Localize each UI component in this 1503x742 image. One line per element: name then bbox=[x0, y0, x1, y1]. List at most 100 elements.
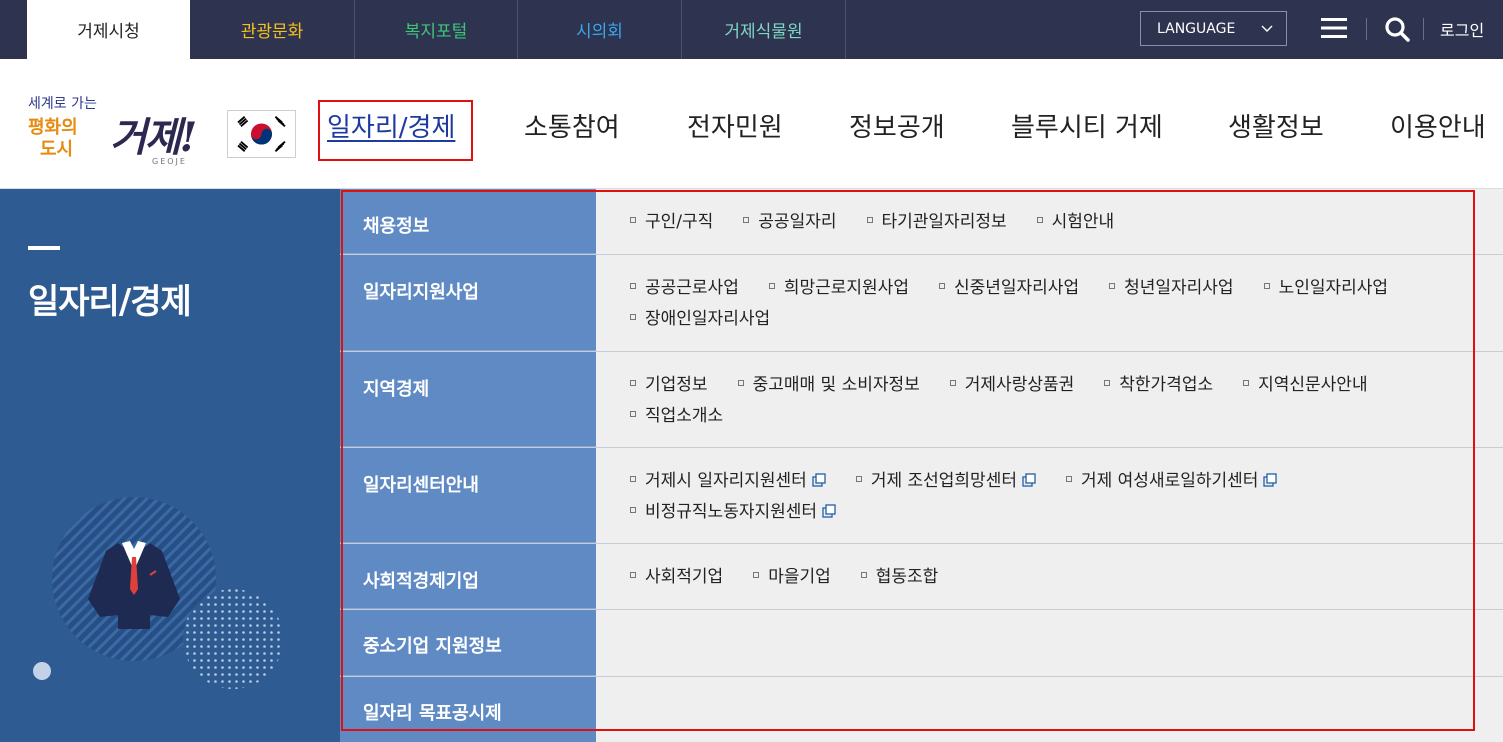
square-bullet-icon bbox=[630, 476, 636, 482]
new-window-icon bbox=[1263, 473, 1278, 487]
mega-row: 지역경제 기업정보 중고매매 및 소비자정보 거제사랑상품권 착한가격업소 지역신문사안… bbox=[340, 352, 1503, 448]
gnb-item-guide[interactable]: 이용안내 bbox=[1390, 107, 1486, 144]
square-bullet-icon bbox=[1263, 283, 1270, 289]
site-tab-botanical-garden[interactable]: 거제식물원 bbox=[682, 0, 846, 59]
highlight-box bbox=[318, 100, 473, 161]
mega-link[interactable]: 노인일자리사업 bbox=[1263, 273, 1388, 304]
square-bullet-icon bbox=[1065, 476, 1072, 482]
mega-category-social-economy[interactable]: 사회적경제기업 bbox=[340, 544, 596, 609]
logo-slogan-3: 도시 bbox=[40, 139, 74, 160]
mega-row: 채용정보 구인/구직 공공일자리 타기관일자리정보 시험안내 bbox=[340, 189, 1503, 255]
mega-link[interactable]: 장애인일자리사업 bbox=[630, 304, 770, 335]
square-bullet-icon bbox=[630, 283, 636, 289]
left-panel: 일자리/경제 bbox=[0, 189, 340, 742]
mega-links: 거제시 일자리지원센터 거제 조선업희망센터 거제 여성새로일하기센터비정규직노동자… bbox=[630, 466, 1480, 528]
mega-link[interactable]: 구인/구직 bbox=[630, 207, 713, 238]
mega-link-external[interactable]: 비정규직노동자지원센터 bbox=[630, 497, 836, 528]
mega-link[interactable]: 기업정보 bbox=[630, 370, 708, 401]
square-bullet-icon bbox=[630, 507, 636, 513]
mega-category-recruitment[interactable]: 채용정보 bbox=[340, 189, 596, 254]
square-bullet-icon bbox=[630, 380, 636, 386]
mega-link-external[interactable]: 거제시 일자리지원센터 bbox=[630, 466, 826, 497]
gnb-item-communication[interactable]: 소통참여 bbox=[524, 107, 620, 144]
square-bullet-icon bbox=[860, 572, 867, 578]
logo-slogan-1: 세계로 가는 bbox=[28, 96, 97, 112]
mega-link-external[interactable]: 거제 여성새로일하기센터 bbox=[1065, 466, 1278, 497]
mega-row: 일자리지원사업 공공근로사업 희망근로지원사업 신중년일자리사업 청년일자리사업 노인일… bbox=[340, 255, 1503, 352]
square-bullet-icon bbox=[866, 217, 873, 223]
gnb-item-information[interactable]: 정보공개 bbox=[849, 107, 945, 144]
language-label: LANGUAGE bbox=[1157, 20, 1236, 37]
logo-sub: GEOJE bbox=[152, 157, 187, 166]
mega-link[interactable]: 공공근로사업 bbox=[630, 273, 739, 304]
square-bullet-icon bbox=[1036, 217, 1043, 223]
mega-menu: 채용정보 구인/구직 공공일자리 타기관일자리정보 시험안내 일자리지원사업 공공근로… bbox=[340, 189, 1503, 742]
mega-link[interactable]: 희망근로지원사업 bbox=[768, 273, 909, 304]
square-bullet-icon bbox=[1104, 380, 1111, 386]
chevron-down-icon bbox=[1261, 25, 1273, 32]
site-logo[interactable]: 세계로 가는 평화의 도시 거제! GEOJE bbox=[26, 91, 216, 171]
site-tab-city-hall[interactable]: 거제시청 bbox=[27, 0, 190, 59]
mega-row: 일자리센터안내 거제시 일자리지원센터 거제 조선업희망센터 거제 여성새로일하기센… bbox=[340, 448, 1503, 544]
mega-link[interactable]: 사회적기업 bbox=[630, 562, 723, 593]
title-accent bbox=[28, 246, 60, 250]
mega-link[interactable]: 협동조합 bbox=[860, 562, 938, 593]
new-window-icon bbox=[1022, 473, 1036, 487]
square-bullet-icon bbox=[630, 572, 636, 578]
header: 세계로 가는 평화의 도시 거제! GEOJE 일자리/경제 소통참여 전자민원… bbox=[0, 59, 1503, 189]
site-tab-council[interactable]: 시의회 bbox=[518, 0, 682, 59]
logo-brand: 거제! bbox=[110, 114, 197, 161]
square-bullet-icon bbox=[630, 314, 636, 320]
mega-row: 일자리 목표공시제 bbox=[340, 677, 1503, 742]
mega-link[interactable]: 타기관일자리정보 bbox=[866, 207, 1007, 238]
mega-category-job-center[interactable]: 일자리센터안내 bbox=[340, 448, 596, 543]
mega-category-local-economy[interactable]: 지역경제 bbox=[340, 352, 596, 447]
square-bullet-icon bbox=[630, 217, 636, 223]
mega-link[interactable]: 지역신문사안내 bbox=[1243, 370, 1368, 401]
divider bbox=[1423, 18, 1424, 40]
mega-row: 중소기업 지원정보 bbox=[340, 610, 1503, 677]
mega-links: 사회적기업 마을기업 협동조합 bbox=[630, 562, 1480, 593]
square-bullet-icon bbox=[630, 411, 636, 417]
divider bbox=[1366, 18, 1367, 40]
mega-links: 공공근로사업 희망근로지원사업 신중년일자리사업 청년일자리사업 노인일자리사업장애인일… bbox=[630, 273, 1480, 335]
square-bullet-icon bbox=[855, 476, 862, 482]
square-bullet-icon bbox=[949, 380, 956, 386]
search-icon[interactable] bbox=[1384, 16, 1410, 42]
mega-links: 기업정보 중고매매 및 소비자정보 거제사랑상품권 착한가격업소 지역신문사안내직업소개… bbox=[630, 370, 1480, 432]
gnb-item-life-info[interactable]: 생활정보 bbox=[1228, 107, 1324, 144]
language-select[interactable]: LANGUAGE bbox=[1140, 11, 1287, 46]
square-bullet-icon bbox=[1109, 283, 1116, 289]
new-window-icon bbox=[822, 504, 836, 518]
mega-category-job-support[interactable]: 일자리지원사업 bbox=[340, 255, 596, 351]
square-bullet-icon bbox=[768, 283, 775, 289]
square-bullet-icon bbox=[938, 283, 945, 289]
square-bullet-icon bbox=[737, 380, 744, 386]
mega-links: 구인/구직 공공일자리 타기관일자리정보 시험안내 bbox=[630, 207, 1480, 238]
mega-link[interactable]: 착한가격업소 bbox=[1104, 370, 1213, 401]
mega-link[interactable]: 직업소개소 bbox=[630, 401, 723, 432]
mega-link[interactable]: 시험안내 bbox=[1036, 207, 1114, 238]
mega-link[interactable]: 거제사랑상품권 bbox=[949, 370, 1074, 401]
mega-link[interactable]: 중고매매 및 소비자정보 bbox=[737, 370, 920, 401]
site-tab-welfare[interactable]: 복지포털 bbox=[355, 0, 518, 59]
login-link[interactable]: 로그인 bbox=[1440, 17, 1484, 41]
menu-icon[interactable] bbox=[1321, 17, 1347, 39]
mega-link[interactable]: 신중년일자리사업 bbox=[938, 273, 1079, 304]
mega-link[interactable]: 마을기업 bbox=[753, 562, 831, 593]
mega-link[interactable]: 청년일자리사업 bbox=[1109, 273, 1234, 304]
suit-illustration-icon bbox=[33, 497, 283, 689]
gnb-item-civil-service[interactable]: 전자민원 bbox=[687, 107, 783, 144]
korean-flag-icon bbox=[227, 110, 296, 158]
square-bullet-icon bbox=[753, 572, 760, 578]
mega-category-sme-support[interactable]: 중소기업 지원정보 bbox=[340, 610, 596, 676]
square-bullet-icon bbox=[743, 217, 750, 223]
site-tab-tourism[interactable]: 관광문화 bbox=[190, 0, 355, 59]
mega-link-external[interactable]: 거제 조선업희망센터 bbox=[855, 466, 1036, 497]
top-utility-bar: 거제시청 관광문화 복지포털 시의회 거제식물원 LANGUAGE 로그인 bbox=[0, 0, 1503, 59]
gnb-item-bluecity[interactable]: 블루시티 거제 bbox=[1011, 107, 1163, 144]
mega-link[interactable]: 공공일자리 bbox=[743, 207, 837, 238]
new-window-icon bbox=[812, 473, 826, 487]
mega-category-job-target[interactable]: 일자리 목표공시제 bbox=[340, 677, 596, 742]
section-title: 일자리/경제 bbox=[28, 282, 192, 322]
